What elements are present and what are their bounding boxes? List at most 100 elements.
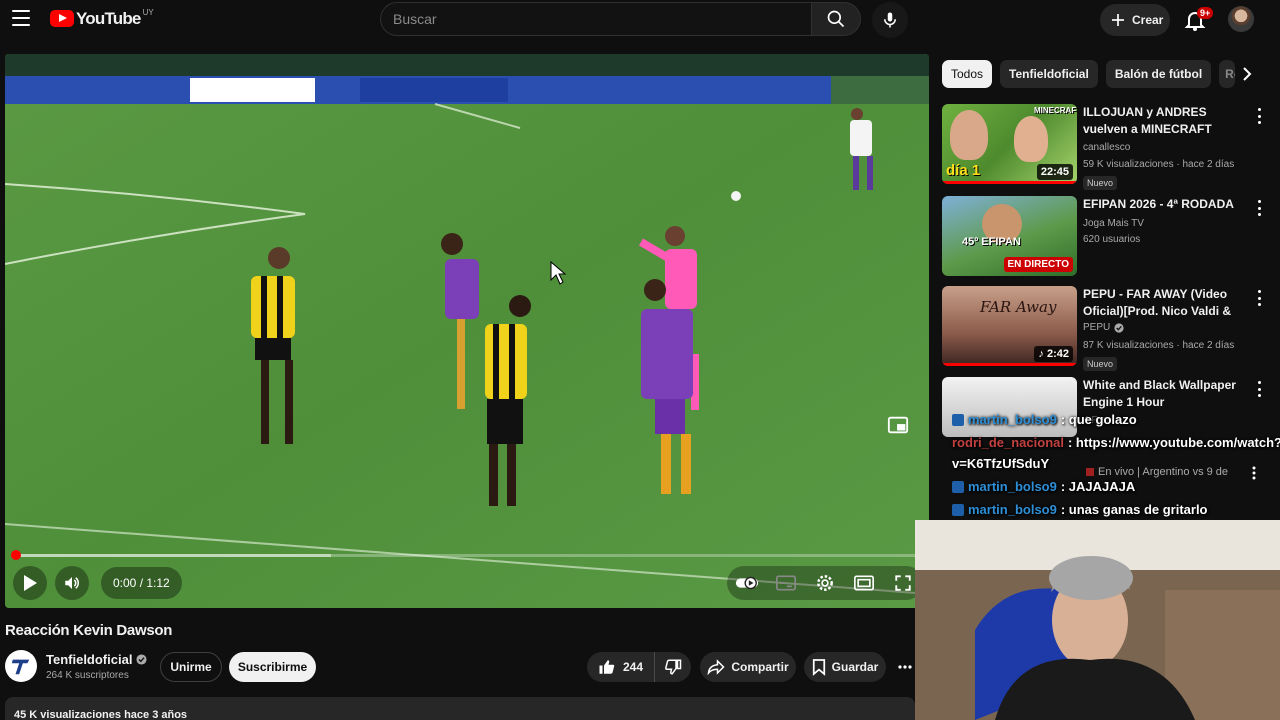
play-icon: [24, 575, 37, 591]
theater-mode-icon: [854, 575, 875, 591]
dislike-button[interactable]: [655, 652, 691, 682]
video-title: EFIPAN 2026 - 4ª RODADA: [1083, 197, 1234, 211]
recommendation-item[interactable]: FAR Away ♪ 2:42 PEPU - FAR AWAY (Video O…: [942, 286, 1268, 371]
thumbs-up-icon: [599, 660, 615, 674]
video-title: Reacción Kevin Dawson: [5, 622, 173, 639]
chat-message: martin_bolso9 : JAJAJAJA: [952, 479, 1135, 494]
upload-age: hace 3 años: [124, 709, 188, 720]
chat-text: : https://www.youtube.com/watch?: [1067, 435, 1280, 450]
chat-message: martin_bolso9 : que golazo: [952, 412, 1137, 427]
webcam-feed: [915, 520, 1280, 720]
theater-mode-button[interactable]: [852, 571, 876, 595]
voice-search-button[interactable]: [872, 2, 908, 38]
miniplayer-button[interactable]: [883, 410, 913, 440]
recommendation-item[interactable]: MINECRAFT día 1 22:45 ILLOJUAN y ANDRES …: [942, 104, 1268, 190]
video-thumbnail: FAR Away ♪ 2:42: [942, 286, 1077, 366]
video-title: PEPU - FAR AWAY (Video Oficial)[Prod. Ni…: [1083, 287, 1232, 318]
video-thumbnail: [942, 377, 1077, 437]
settings-button[interactable]: [813, 571, 837, 595]
chat-username: martin_bolso9: [968, 479, 1057, 494]
video-meta: 59 K visualizaciones · hace 2 días: [1083, 159, 1235, 170]
video-duration: 22:45: [1036, 164, 1073, 180]
chat-badge-icon: [952, 413, 964, 426]
plus-icon: [1112, 14, 1124, 26]
gear-icon: [817, 575, 833, 591]
search-button[interactable]: [811, 2, 861, 36]
volume-button[interactable]: [55, 566, 89, 600]
video-meta: 87 K visualizaciones · hace 2 días: [1083, 340, 1235, 351]
chat-username: martin_bolso9: [968, 412, 1057, 427]
viewer-count: 620 usuarios: [1083, 234, 1141, 245]
more-options-icon[interactable]: [1252, 466, 1256, 485]
chat-username: rodri_de_nacional: [952, 435, 1064, 450]
notification-badge: 9+: [1197, 7, 1214, 19]
thumb-caption: día 1: [946, 162, 981, 179]
search-input[interactable]: [380, 2, 811, 36]
subscribe-button[interactable]: Suscribirme: [229, 652, 316, 682]
create-button[interactable]: Crear: [1100, 4, 1170, 36]
bookmark-icon: [812, 659, 825, 676]
join-button[interactable]: Unirme: [160, 652, 222, 682]
chevron-right-icon: [1243, 67, 1252, 81]
save-label: Guardar: [831, 660, 879, 674]
channel-name: Joga Mais TV: [1083, 218, 1144, 229]
more-options-icon[interactable]: [1254, 381, 1264, 397]
video-thumbnail: 45º EFIPAN EN DIRECTO: [942, 196, 1077, 276]
play-button[interactable]: [13, 566, 47, 600]
watched-progress: [942, 363, 1077, 366]
new-badge: Nuevo: [1083, 176, 1118, 190]
more-options-icon[interactable]: [1254, 290, 1264, 306]
autoplay-toggle[interactable]: [735, 571, 759, 595]
view-count-and-date: 45 K visualizaciones hace 3 años: [14, 709, 187, 720]
progress-buffer: [15, 554, 332, 557]
like-button[interactable]: 244: [587, 652, 655, 682]
progress-scrubber[interactable]: [11, 550, 21, 560]
subtitles-button[interactable]: [774, 571, 798, 595]
more-actions-button[interactable]: [898, 652, 914, 682]
channel-name: canallesco: [1083, 142, 1131, 153]
video-player[interactable]: 0:00 / 1:12: [5, 54, 929, 608]
subscriber-count: 264 K suscriptores: [46, 670, 129, 681]
chat-text: : que golazo: [1060, 412, 1137, 427]
chips-next-button[interactable]: [1236, 62, 1258, 86]
search-icon: [827, 10, 845, 28]
video-duration: ♪ 2:42: [1034, 346, 1073, 362]
youtube-logo[interactable]: YouTube UY: [50, 8, 154, 28]
progress-bar[interactable]: [11, 550, 919, 560]
logo-country: UY: [142, 8, 154, 17]
top-bar: YouTube UY Crear 9+: [0, 0, 1280, 40]
save-button[interactable]: Guardar: [804, 652, 886, 682]
channel-avatar[interactable]: [5, 650, 37, 682]
verified-icon: [1114, 322, 1124, 333]
channel-name[interactable]: Tenfieldoficial: [46, 652, 147, 667]
menu-icon[interactable]: [12, 10, 30, 26]
channel-name: PEPU: [1083, 322, 1124, 333]
view-count: 45 K visualizaciones: [14, 709, 121, 720]
user-avatar[interactable]: [1228, 6, 1254, 32]
chat-badge-icon: [952, 503, 964, 516]
new-badge: Nuevo: [1083, 357, 1118, 371]
share-button[interactable]: Compartir: [700, 652, 796, 682]
chat-message-continuation: v=K6TfzUfSduY: [952, 456, 1049, 471]
chip-partial[interactable]: Re: [1219, 60, 1236, 88]
chat-badge-icon: [952, 480, 964, 493]
chip-balon-de-futbol[interactable]: Balón de fútbol: [1105, 60, 1212, 88]
like-dislike-group: 244: [587, 652, 691, 682]
chip-tenfieldoficial[interactable]: Tenfieldoficial: [1000, 60, 1098, 88]
more-options-icon[interactable]: [1254, 108, 1264, 124]
fullscreen-button[interactable]: [891, 571, 915, 595]
player-controls: 0:00 / 1:12: [5, 550, 929, 608]
partial-recommendation[interactable]: En vivo | Argentino vs 9 de: [1086, 466, 1228, 478]
chat-username: martin_bolso9: [968, 502, 1057, 517]
time-display: 0:00 / 1:12: [101, 567, 182, 599]
tenfield-logo-icon: [11, 659, 30, 675]
recommendation-item[interactable]: 45º EFIPAN EN DIRECTO EFIPAN 2026 - 4ª R…: [942, 196, 1268, 280]
channel-name-text: Tenfieldoficial: [46, 652, 133, 667]
video-frame: [5, 54, 929, 608]
share-label: Compartir: [731, 660, 789, 674]
more-options-icon[interactable]: [1254, 200, 1264, 216]
thumb-face-right: [1014, 116, 1048, 162]
fullscreen-icon: [895, 575, 912, 591]
logo-text: YouTube: [76, 9, 141, 28]
chip-todos[interactable]: Todos: [942, 60, 993, 88]
